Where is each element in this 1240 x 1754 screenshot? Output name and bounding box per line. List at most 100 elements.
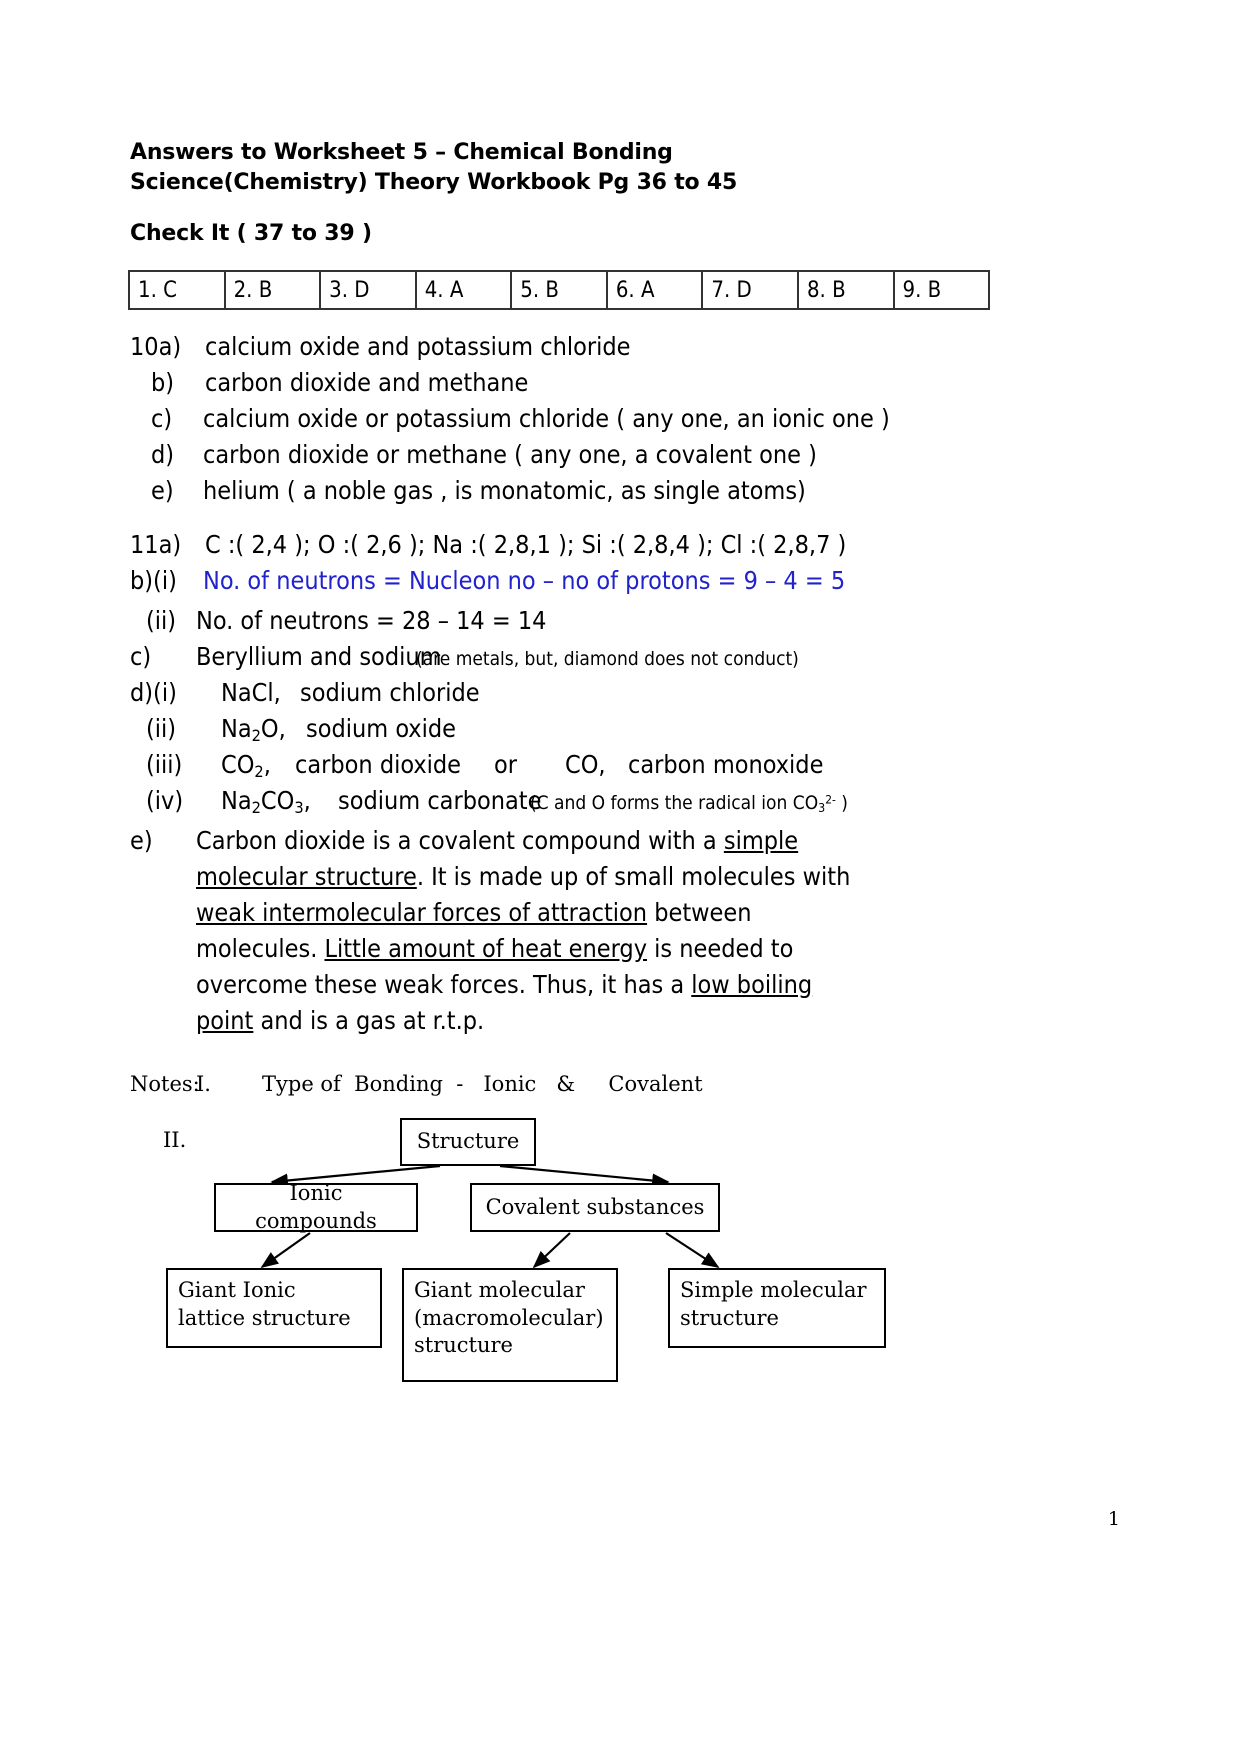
q10-c-text: calcium oxide or potassium chloride ( an… — [203, 404, 890, 433]
q11-d-iv-formula: Na2CO3, — [221, 788, 311, 816]
formula-tail: O, — [260, 714, 286, 743]
node-line: (macromolecular) — [414, 1305, 604, 1330]
q11-e-line6-underline: point — [196, 1006, 254, 1035]
page-title-line2: Science(Chemistry) Theory Workbook Pg 36… — [130, 170, 738, 195]
node-line: lattice structure — [178, 1305, 351, 1330]
notes-item2-num: II. — [163, 1128, 187, 1152]
q10-d-marker: d) — [151, 440, 175, 469]
q11-e-line4-pre: molecules. — [196, 934, 325, 963]
answer-table: 1. C 2. B 3. D 4. A 5. B 6. A 7. D 8. B … — [128, 270, 990, 310]
section-label-check-it: Check It ( 37 to 39 ) — [130, 221, 372, 246]
flowchart-node-giant-molecular: Giant molecular (macromolecular) structu… — [402, 1268, 618, 1382]
q11-d-iii-marker: (iii) — [146, 750, 183, 779]
q11-e-line3-post: between — [647, 898, 752, 927]
q11-e-line5-pre: overcome these weak forces. Thus, it has… — [196, 970, 692, 999]
formula-mid: CO — [260, 786, 295, 815]
answer-cell: 2. B — [226, 272, 322, 308]
document-page: Answers to Worksheet 5 – Chemical Bondin… — [0, 0, 1240, 1754]
flowchart-node-giant-ionic-lattice: Giant Ionic lattice structure — [166, 1268, 382, 1348]
q11-a-text: C :( 2,4 ); O :( 2,6 ); Na :( 2,8,1 ); S… — [205, 530, 847, 559]
formula-subscript: 2 — [251, 726, 261, 746]
q11-b-ii-marker: (ii) — [146, 606, 177, 635]
q10-e-marker: e) — [151, 476, 174, 505]
q11-d-iv-marker: (iv) — [146, 786, 184, 815]
answer-cell: 1. C — [130, 272, 226, 308]
q11-e-line3-underline: weak intermolecular forces of attraction — [196, 898, 648, 927]
q11-e-line4-underline: Little amount of heat energy — [324, 934, 648, 963]
node-line: Giant Ionic — [178, 1278, 296, 1302]
q11-d-ii-formula: Na2O, — [221, 716, 286, 744]
q10-e-text: helium ( a noble gas , is monatomic, as … — [203, 476, 806, 505]
q11-d-iii-formula: CO2, — [221, 752, 271, 780]
q11-e-line2-post: . It is made up of small molecules with — [416, 862, 851, 891]
q10-d-text: carbon dioxide or methane ( any one, a c… — [203, 440, 817, 469]
q11-e-line2: molecular structure. It is made up of sm… — [196, 864, 850, 889]
q10-a-marker: 10a) — [130, 332, 182, 361]
q11-d-iv-name: sodium carbonate — [338, 786, 542, 815]
q11-c-text: Beryllium and sodium — [196, 642, 442, 671]
flowchart-node-structure: Structure — [400, 1118, 536, 1166]
q11-d-i-formula: NaCl, — [221, 678, 281, 707]
q11-d-iii-alt-join: or — [494, 750, 517, 779]
formula-tail: , — [303, 786, 311, 815]
formula-subscript: 2 — [254, 762, 264, 782]
q11-d-iv-note: (C and O forms the radical ion CO32- ) — [530, 792, 848, 815]
q11-e-line5-underline: low boiling — [691, 970, 813, 999]
flowchart-node-ionic-compounds: Ionic compounds — [214, 1181, 418, 1233]
q11-d-ii-name: sodium oxide — [306, 714, 456, 743]
node-line: Giant molecular — [414, 1278, 585, 1302]
notes-label: Notes: — [130, 1072, 200, 1096]
formula-subscript: 2 — [251, 798, 261, 818]
node-line: structure — [414, 1333, 513, 1358]
q11-b-ii-text: No. of neutrons = 28 – 14 = 14 — [196, 606, 547, 635]
answer-cell: 9. B — [902, 277, 942, 303]
page-number: 1 — [1107, 1508, 1120, 1530]
q11-e-line4-post: is needed to — [647, 934, 794, 963]
q10-c-marker: c) — [151, 404, 173, 433]
q11-d-i-marker: d)(i) — [130, 678, 177, 707]
answer-cell: 6. A — [608, 272, 704, 308]
q11-e-line1-underline: simple — [723, 826, 799, 855]
formula-element: CO — [221, 750, 255, 779]
answer-cell: 7. D — [703, 272, 799, 308]
q11-a-marker: 11a) — [130, 530, 182, 559]
formula-element: Na — [221, 786, 252, 815]
node-line: Simple molecular — [680, 1278, 867, 1302]
q11-e-line1-pre: Carbon dioxide is a covalent compound wi… — [196, 826, 724, 855]
note-post: ) — [835, 792, 848, 814]
q11-e-line6: point and is a gas at r.t.p. — [196, 1008, 484, 1033]
answer-cell: 4. A — [417, 272, 513, 308]
q11-e-marker: e) — [130, 826, 153, 855]
q10-b-marker: b) — [151, 368, 175, 397]
answer-cell: 3. D — [321, 272, 417, 308]
q11-b-i-marker: b)(i) — [130, 566, 177, 595]
q11-d-iii-alt-name: carbon monoxide — [628, 750, 824, 779]
q11-e-line4: molecules. Little amount of heat energy … — [196, 936, 793, 961]
q11-d-i-name: sodium chloride — [300, 678, 480, 707]
q11-b-i-text: No. of neutrons = Nucleon no – no of pro… — [203, 566, 846, 595]
q11-d-ii-marker: (ii) — [146, 714, 177, 743]
q11-d-iii-name: carbon dioxide — [295, 750, 462, 779]
q11-c-note: (are metals, but, diamond does not condu… — [416, 648, 799, 670]
q10-a-text: calcium oxide and potassium chloride — [205, 332, 631, 361]
answer-cell: 5. B — [512, 272, 608, 308]
q11-e-line1: Carbon dioxide is a covalent compound wi… — [196, 828, 798, 853]
formula-element: Na — [221, 714, 252, 743]
q11-e-line6-post: and is a gas at r.t.p. — [253, 1006, 485, 1035]
formula-subscript: 3 — [294, 798, 304, 818]
answer-cell: 8. B — [799, 272, 895, 308]
notes-item1-num: I. — [196, 1072, 211, 1096]
node-line: structure — [680, 1305, 779, 1330]
formula-tail: , — [263, 750, 271, 779]
q11-d-iii-alt-formula: CO, — [565, 750, 606, 779]
q11-e-line3: weak intermolecular forces of attraction… — [196, 900, 751, 925]
q11-e-line2-underline: molecular structure — [196, 862, 417, 891]
q11-e-line5: overcome these weak forces. Thus, it has… — [196, 972, 812, 997]
notes-item1-text: Type of Bonding - Ionic & Covalent — [262, 1072, 703, 1096]
note-pre: (C and O forms the radical ion CO — [530, 792, 819, 814]
note-superscript: 2- — [825, 792, 836, 807]
q10-b-text: carbon dioxide and methane — [205, 368, 529, 397]
flowchart-node-simple-molecular: Simple molecular structure — [668, 1268, 886, 1348]
flowchart-node-covalent-substances: Covalent substances — [470, 1183, 720, 1232]
q11-c-marker: c) — [130, 642, 152, 671]
